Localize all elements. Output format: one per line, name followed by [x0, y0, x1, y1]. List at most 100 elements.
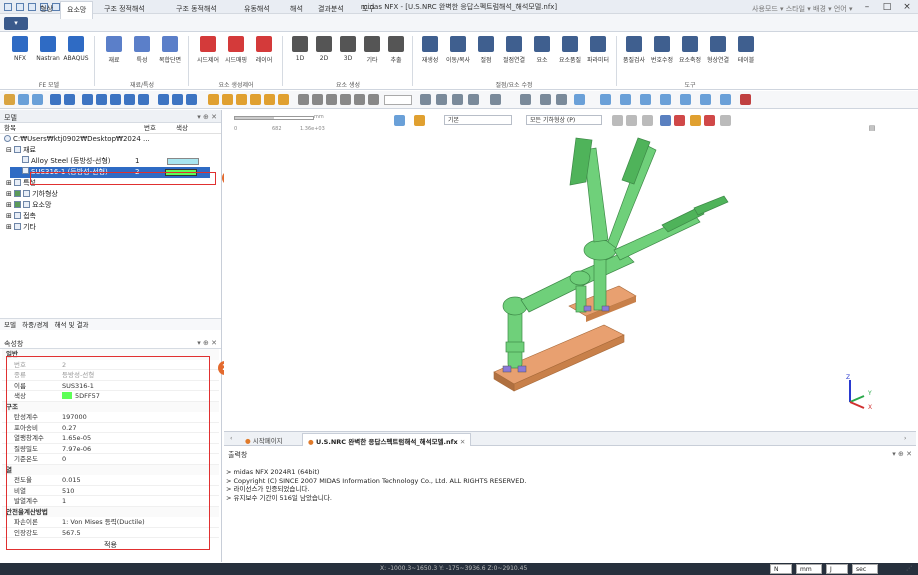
node-button[interactable]: 절점 [472, 36, 500, 64]
view-left-icon[interactable] [250, 94, 261, 105]
side-panel-toggle[interactable]: ▤ [868, 124, 876, 132]
snap-icon[interactable] [32, 94, 43, 105]
ribbon-right-menu[interactable]: 사용모드 ▾ 스타일 ▾ 배경 ▾ 언어 ▾ [752, 4, 852, 14]
move-icon[interactable] [138, 94, 149, 105]
select-icon[interactable] [4, 94, 15, 105]
zoom-in-icon[interactable] [82, 94, 93, 105]
parameter-button[interactable]: 파라미터 [584, 36, 612, 64]
zoom-step-field[interactable] [384, 95, 412, 105]
length-unit-select[interactable]: mm [796, 564, 822, 574]
scroll-right-icon[interactable]: › [904, 435, 906, 442]
scroll-left-icon[interactable]: ‹ [230, 435, 232, 442]
checkbox-icon[interactable] [14, 190, 22, 197]
display-icon[interactable] [420, 94, 431, 105]
maximize-button[interactable]: □ [878, 1, 896, 13]
element-label-icon[interactable] [640, 94, 651, 105]
element-quality-button[interactable]: 요소품질 [556, 36, 584, 64]
shape-connect-button[interactable]: 형상연결 [704, 36, 732, 64]
hide-icon[interactable] [468, 94, 479, 105]
3d-viewport[interactable]: mm 0 682 1.36e+03 기본 모든 기하형상 (P) ▤ Z Y X [224, 110, 916, 432]
pin-icon[interactable]: ▾ ⊕ ✕ [197, 339, 217, 347]
grid-icon[interactable] [520, 94, 531, 105]
tab-model-file[interactable]: ● U.S.NRC 완벽한 응답스펙트럼해석_해석모델.nfx ✕ [302, 433, 472, 446]
renumber-button[interactable]: 번호수정 [648, 36, 676, 64]
energy-unit-select[interactable]: J [826, 564, 848, 574]
resize-grip-icon[interactable]: ⋰ [906, 565, 912, 572]
render-icon[interactable] [436, 94, 447, 105]
new-file-icon[interactable] [16, 3, 24, 11]
tree-item-alloy-steel[interactable]: Alloy Steel (등방성-선형) 1 [0, 156, 221, 167]
section-view-icon[interactable] [158, 94, 169, 105]
property-button[interactable]: 특성 [128, 36, 156, 64]
arrow-right-icon[interactable] [312, 94, 323, 105]
show-icon[interactable] [490, 94, 501, 105]
tab-analysis[interactable]: 해석 [290, 4, 303, 14]
view-right-icon[interactable] [264, 94, 275, 105]
material-button[interactable]: 재료 [100, 36, 128, 64]
pin-icon[interactable]: ▾ ⊕ ✕ [197, 113, 217, 121]
app-menu-button[interactable]: ▾ [4, 17, 28, 30]
node-label-icon[interactable] [620, 94, 631, 105]
table-button[interactable]: 테이블 [732, 36, 760, 64]
quality-check-button[interactable]: 품질검사 [620, 36, 648, 64]
tree-item-material[interactable]: ⊟ 재료 [0, 145, 221, 156]
tab-start-page[interactable]: ● 시작페이지 [240, 433, 288, 445]
tree-root-path[interactable]: C:₩Users₩ktj0902₩Desktop₩2024 ... [0, 134, 221, 145]
nfx-button[interactable]: NFX [6, 36, 34, 62]
close-button[interactable]: × [898, 1, 916, 13]
arrow-left-icon[interactable] [298, 94, 309, 105]
tab-mesh[interactable]: 요소망 [60, 1, 94, 19]
view-back-icon[interactable] [236, 94, 247, 105]
tab-geometry[interactable]: 형상 [40, 4, 53, 14]
save-as-icon[interactable] [52, 3, 60, 11]
tab-results[interactable]: 결과분석 [318, 4, 344, 14]
rotate-icon[interactable] [110, 94, 121, 105]
tab-tools[interactable]: 도구 [362, 4, 375, 14]
tree-item-geometry[interactable]: ⊞ 기하형상 [0, 189, 221, 200]
extract-button[interactable]: 추출 [382, 36, 410, 64]
capture-icon[interactable] [720, 94, 731, 105]
view-top-icon[interactable] [278, 94, 289, 105]
view-front-icon[interactable] [222, 94, 233, 105]
tree-item-contact[interactable]: ⊞ 접촉 [0, 211, 221, 222]
tab-analysis-result[interactable]: 해석 및 결과 [55, 321, 89, 329]
free-edge-icon[interactable] [660, 94, 671, 105]
element-button[interactable]: 요소 [528, 36, 556, 64]
group-icon[interactable] [540, 94, 551, 105]
arrow-diag-left-icon[interactable] [354, 94, 365, 105]
move-copy-button[interactable]: 이동/복사 [444, 36, 472, 64]
screenshot-icon[interactable] [740, 94, 751, 105]
zoom-out-icon[interactable] [96, 94, 107, 105]
nastran-button[interactable]: Nastran [34, 36, 62, 62]
query-icon[interactable] [574, 94, 585, 105]
checkbox-icon[interactable] [14, 201, 22, 208]
tree-item-etc[interactable]: ⊞ 기타 [0, 222, 221, 233]
tab-load-boundary[interactable]: 하중/경계 [22, 321, 48, 329]
tab-static[interactable]: 구조 정적해석 [104, 4, 145, 14]
tab-cfd[interactable]: 유동해석 [244, 4, 270, 14]
measure-icon[interactable] [600, 94, 611, 105]
zoom-fit-icon[interactable] [50, 94, 61, 105]
coordinate-icon[interactable] [700, 94, 711, 105]
shading-icon[interactable] [452, 94, 463, 105]
arrow-diag-right-icon[interactable] [368, 94, 379, 105]
tab-dynamic[interactable]: 구조 동적해석 [176, 4, 217, 14]
tab-model[interactable]: 모델 [4, 321, 16, 329]
layer-button[interactable]: 레이어 [250, 36, 278, 64]
view-iso-icon[interactable] [208, 94, 219, 105]
shrink-icon[interactable] [680, 94, 691, 105]
arrow-up-icon[interactable] [326, 94, 337, 105]
element-axis-button[interactable]: 요소축정 [676, 36, 704, 64]
filter-icon[interactable] [18, 94, 29, 105]
minimize-button[interactable]: – [858, 1, 876, 13]
close-tab-icon[interactable]: ✕ [460, 438, 465, 446]
seed-mapping-button[interactable]: 시드매핑 [222, 36, 250, 64]
pin-icon[interactable]: ▾ ⊕ ✕ [892, 450, 912, 458]
arrow-down-icon[interactable] [340, 94, 351, 105]
abaqus-button[interactable]: ABAQUS [62, 36, 90, 62]
force-unit-select[interactable]: N [770, 564, 792, 574]
pan-icon[interactable] [124, 94, 135, 105]
split-view-icon[interactable] [186, 94, 197, 105]
seed-control-button[interactable]: 시드제어 [194, 36, 222, 64]
tree-item-mesh[interactable]: ⊞ 요소망 [0, 200, 221, 211]
